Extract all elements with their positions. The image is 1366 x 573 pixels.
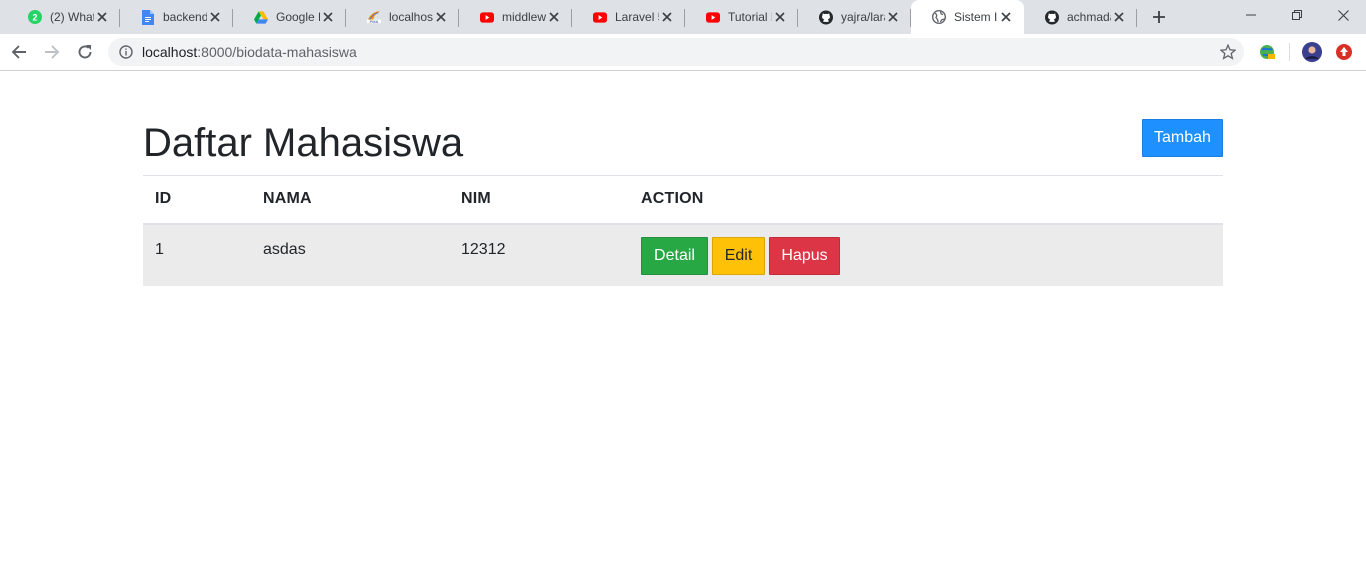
tab-separator — [1136, 9, 1137, 27]
tab-youtube-middleware[interactable]: middlewa — [459, 0, 572, 34]
close-icon[interactable] — [94, 9, 110, 25]
extension-globe-icon[interactable] — [1257, 42, 1277, 62]
forward-button[interactable] — [38, 38, 66, 66]
tab-sistem-informasi[interactable]: Sistem In — [911, 0, 1024, 34]
tab-github-yajra[interactable]: yajra/lara — [798, 0, 911, 34]
tab-title: Laravel 5 — [615, 10, 659, 24]
youtube-icon — [593, 10, 607, 24]
tab-title: Sistem In — [954, 10, 998, 24]
column-header-nim: NIM — [449, 175, 629, 225]
close-icon[interactable] — [320, 9, 336, 25]
tab-title: achmada — [1067, 10, 1111, 24]
close-icon[interactable] — [546, 9, 562, 25]
delete-button[interactable]: Hapus — [769, 236, 840, 275]
edit-button[interactable]: Edit — [712, 236, 765, 275]
column-header-id: ID — [143, 175, 251, 225]
svg-text:PMA: PMA — [370, 19, 379, 24]
youtube-icon — [480, 10, 494, 24]
cell-action: Detail Edit Hapus — [629, 224, 1223, 286]
cell-nama: asdas — [263, 240, 306, 258]
tab-youtube-tutorial[interactable]: Tutorial M — [685, 0, 798, 34]
github-icon — [1045, 10, 1059, 24]
tab-whatsapp[interactable]: 2 (2) Whats — [7, 0, 120, 34]
youtube-icon — [706, 10, 720, 24]
new-tab-button[interactable] — [1145, 0, 1173, 34]
window-close-button[interactable] — [1320, 0, 1366, 30]
toolbar-divider — [1289, 43, 1290, 61]
close-icon[interactable] — [207, 9, 223, 25]
forward-arrow-icon — [45, 45, 60, 59]
tab-youtube-laravel[interactable]: Laravel 5 — [572, 0, 685, 34]
svg-text:2: 2 — [32, 13, 37, 23]
globe-icon — [932, 10, 946, 24]
page-header: Daftar Mahasiswa Tambah — [143, 105, 1223, 175]
minimize-button[interactable] — [1228, 0, 1274, 30]
cell-id: 1 — [155, 240, 164, 258]
url-path: :8000/biodata-mahasiswa — [197, 44, 357, 60]
update-icon[interactable] — [1334, 42, 1354, 62]
student-table: ID NAMA NIM ACTION 1 asdas 12312 Detail E… — [143, 175, 1223, 286]
tab-title: (2) Whats — [50, 10, 94, 24]
column-header-action: ACTION — [629, 175, 1223, 225]
reload-icon — [78, 45, 92, 59]
table-row: 1 asdas 12312 Detail Edit Hapus — [143, 223, 1223, 286]
bookmark-star-icon[interactable] — [1219, 43, 1237, 65]
address-bar[interactable]: localhost:8000/biodata-mahasiswa — [108, 38, 1244, 66]
window-controls — [1228, 0, 1366, 30]
tab-title: backend- — [163, 10, 207, 24]
back-arrow-icon — [11, 45, 26, 59]
tab-backend-doc[interactable]: backend- — [120, 0, 233, 34]
tab-title: Tutorial M — [728, 10, 772, 24]
add-button[interactable]: Tambah — [1142, 119, 1223, 157]
browser-toolbar: localhost:8000/biodata-mahasiswa — [0, 34, 1366, 71]
reload-button[interactable] — [71, 38, 99, 66]
close-icon[interactable] — [1111, 9, 1127, 25]
info-icon[interactable] — [118, 44, 134, 60]
profile-avatar[interactable] — [1302, 42, 1322, 62]
browser-tab-strip: 2 (2) Whats backend- Google D PMA localh… — [0, 0, 1366, 34]
tab-phpmyadmin[interactable]: PMA localhost — [346, 0, 459, 34]
tab-title: localhost — [389, 10, 433, 24]
cell-nim: 12312 — [461, 240, 506, 258]
tab-title: middlewa — [502, 10, 546, 24]
close-icon[interactable] — [885, 9, 901, 25]
restore-button[interactable] — [1274, 0, 1320, 30]
close-icon[interactable] — [433, 9, 449, 25]
detail-button[interactable]: Detail — [641, 236, 708, 275]
close-icon[interactable] — [659, 9, 675, 25]
whatsapp-icon: 2 — [28, 10, 42, 24]
tab-title: Google D — [276, 10, 320, 24]
column-header-nama: NAMA — [251, 175, 449, 225]
tab-google-drive[interactable]: Google D — [233, 0, 346, 34]
url-text: localhost:8000/biodata-mahasiswa — [142, 44, 357, 60]
close-icon[interactable] — [998, 9, 1014, 25]
plus-icon — [1153, 11, 1165, 23]
google-docs-icon — [141, 9, 155, 25]
tab-title: yajra/lara — [841, 10, 885, 24]
github-icon — [819, 10, 833, 24]
main-content: Daftar Mahasiswa Tambah ID NAMA NIM ACTI… — [143, 105, 1223, 286]
google-drive-icon — [254, 10, 268, 24]
table-header-row: ID NAMA NIM ACTION — [143, 175, 1223, 225]
url-host: localhost — [142, 44, 198, 60]
page-title: Daftar Mahasiswa — [143, 121, 464, 165]
back-button[interactable] — [5, 38, 33, 66]
tab-github-achmada[interactable]: achmada — [1024, 0, 1137, 34]
phpmyadmin-icon: PMA — [367, 10, 381, 24]
close-icon[interactable] — [772, 9, 788, 25]
